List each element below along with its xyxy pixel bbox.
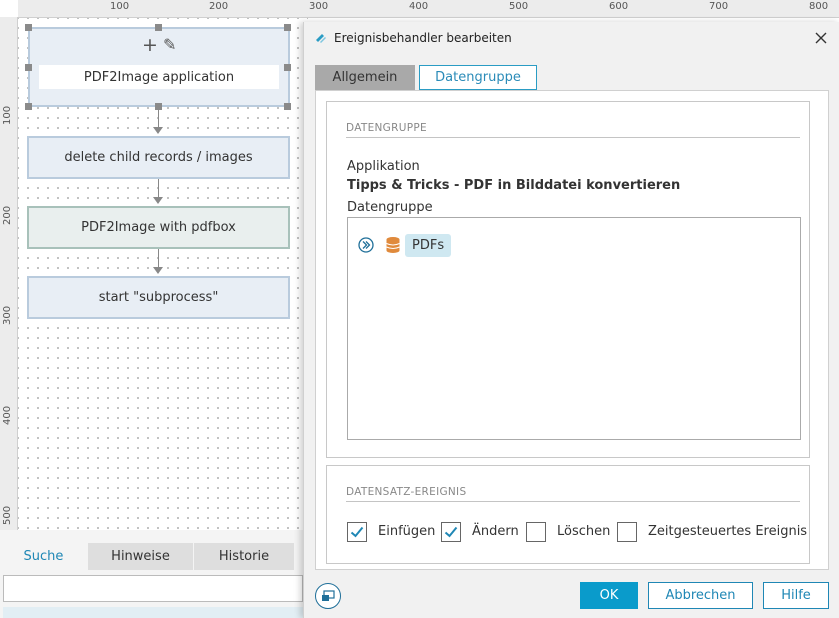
ruler-label: 100 xyxy=(2,105,13,125)
ok-button[interactable]: OK xyxy=(580,582,638,609)
flow-node-label: PDF2Image with pdfbox xyxy=(81,220,236,235)
close-icon[interactable] xyxy=(810,27,832,49)
workflow-canvas[interactable]: + ✎ PDF2Image application delete child r… xyxy=(18,18,308,530)
connector-arrow xyxy=(153,127,163,134)
resize-handle[interactable] xyxy=(284,103,291,110)
pencil-icon[interactable]: ✎ xyxy=(163,35,176,54)
checkbox-label[interactable]: Einfügen xyxy=(378,524,435,539)
checkbox-einfuegen[interactable] xyxy=(347,522,367,542)
tab-hinweise[interactable]: Hinweise xyxy=(88,543,193,570)
connector-arrow xyxy=(153,197,163,204)
section-divider xyxy=(346,137,800,138)
datensatz-ereignis-section: DATENSATZ-EREIGNIS Einfügen Ändern Lösch… xyxy=(326,465,810,564)
event-handler-dialog: Ereignisbehandler bearbeiten Allgemein D… xyxy=(303,22,839,618)
help-button[interactable]: Hilfe xyxy=(763,582,829,609)
search-input[interactable] xyxy=(3,575,303,602)
window-icon xyxy=(322,590,335,601)
flow-node-label: PDF2Image application xyxy=(39,65,279,89)
connector-line xyxy=(158,109,159,128)
app-logo-icon xyxy=(316,34,326,43)
checkbox-label[interactable]: Zeitgesteuertes Ereignis xyxy=(648,524,807,539)
checkbox-zeitgesteuert[interactable] xyxy=(617,522,637,542)
cancel-button[interactable]: Abbrechen xyxy=(648,582,753,609)
flow-node[interactable]: PDF2Image with pdfbox xyxy=(27,206,290,249)
vertical-ruler: 100 200 300 400 500 xyxy=(0,17,18,530)
resize-handle[interactable] xyxy=(155,24,162,31)
ruler-label: 400 xyxy=(2,405,13,425)
ruler-label: 200 xyxy=(2,205,13,225)
tab-datengruppe[interactable]: Datengruppe xyxy=(419,65,537,90)
resize-handle[interactable] xyxy=(284,24,291,31)
resize-handle[interactable] xyxy=(25,103,32,110)
section-title: DATENSATZ-EREIGNIS xyxy=(346,486,467,498)
window-toggle-button[interactable] xyxy=(315,583,341,609)
connector-arrow xyxy=(153,267,163,274)
add-icon[interactable]: + xyxy=(142,34,158,56)
flow-node-label: delete child records / images xyxy=(64,150,253,165)
resize-handle[interactable] xyxy=(284,64,291,71)
checkmark-icon xyxy=(350,526,364,538)
applikation-value: Tipps & Tricks - PDF in Bilddatei konver… xyxy=(347,178,681,193)
flow-node-selected[interactable]: + ✎ PDF2Image application xyxy=(28,27,290,107)
resize-handle[interactable] xyxy=(25,24,32,31)
tab-historie[interactable]: Historie xyxy=(194,543,294,570)
tab-panel: DATENGRUPPE Applikation Tipps & Tricks -… xyxy=(315,90,829,570)
checkbox-label[interactable]: Ändern xyxy=(472,524,519,539)
ruler-label: 500 xyxy=(2,505,13,525)
checkbox-aendern[interactable] xyxy=(441,522,461,542)
horizontal-ruler: 100 200 300 400 500 600 700 800 xyxy=(18,0,839,18)
section-title: DATENGRUPPE xyxy=(346,122,427,134)
ruler-label: 100 xyxy=(110,1,130,12)
ruler-label: 700 xyxy=(709,1,729,12)
tree-item-pdfs[interactable]: PDFs xyxy=(405,234,452,257)
resize-handle[interactable] xyxy=(25,64,32,71)
ruler-label: 500 xyxy=(509,1,529,12)
search-results xyxy=(3,607,303,618)
checkmark-icon xyxy=(444,526,458,538)
datengruppe-section: DATENGRUPPE Applikation Tipps & Tricks -… xyxy=(326,101,810,458)
ruler-label: 600 xyxy=(609,1,629,12)
connector-line xyxy=(158,179,159,198)
connector-line xyxy=(158,249,159,268)
ruler-label: 800 xyxy=(809,1,829,12)
applikation-label: Applikation xyxy=(347,159,420,174)
datengruppe-label: Datengruppe xyxy=(347,200,433,215)
tab-suche[interactable]: Suche xyxy=(0,543,87,570)
flow-node[interactable]: start "subprocess" xyxy=(27,276,290,319)
flow-node[interactable]: delete child records / images xyxy=(27,136,290,179)
database-icon xyxy=(386,237,400,253)
flow-node-label: start "subprocess" xyxy=(98,290,219,305)
tab-allgemein[interactable]: Allgemein xyxy=(315,65,415,90)
ruler-label: 300 xyxy=(2,305,13,325)
expand-icon[interactable] xyxy=(358,237,374,253)
ruler-label: 400 xyxy=(409,1,429,12)
datengruppe-tree[interactable]: PDFs xyxy=(347,217,801,440)
section-divider xyxy=(346,501,800,502)
dialog-title: Ereignisbehandler bearbeiten xyxy=(334,31,512,45)
ruler-label: 300 xyxy=(309,1,329,12)
checkbox-label[interactable]: Löschen xyxy=(557,524,610,539)
ruler-label: 200 xyxy=(209,1,229,12)
checkbox-loeschen[interactable] xyxy=(526,522,546,542)
